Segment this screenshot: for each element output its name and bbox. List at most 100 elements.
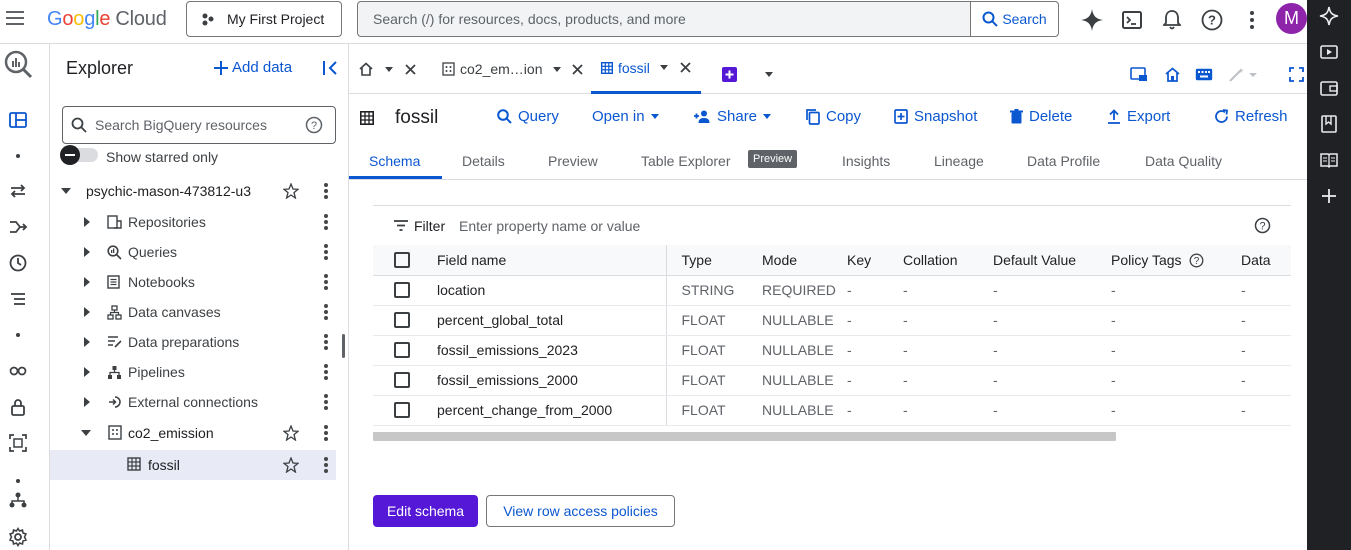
- table-more-icon[interactable]: [324, 457, 328, 473]
- scheduled-queries-clock-icon[interactable]: [8, 253, 28, 273]
- tree-item-pipelines[interactable]: Pipelines: [50, 357, 336, 387]
- wallet-icon[interactable]: [1319, 78, 1339, 98]
- tree-item-more-icon[interactable]: [324, 244, 328, 260]
- row-checkbox[interactable]: [394, 282, 410, 298]
- job-history-list-icon[interactable]: [8, 289, 28, 309]
- share-button[interactable]: Share: [694, 108, 772, 125]
- expand-arrow-icon[interactable]: [84, 307, 90, 317]
- star-icon[interactable]: [283, 183, 299, 199]
- project-more-icon[interactable]: [324, 183, 328, 199]
- home-view-icon[interactable]: [1165, 67, 1180, 82]
- main-menu-icon[interactable]: [6, 11, 24, 27]
- expand-arrow-icon[interactable]: [84, 337, 90, 347]
- panel-resize-handle[interactable]: [342, 334, 345, 358]
- tab-details[interactable]: Details: [462, 153, 505, 169]
- col-header-default-value[interactable]: Default Value: [993, 245, 1111, 276]
- pipelines-nav-icon[interactable]: [8, 217, 28, 237]
- export-button[interactable]: Export: [1107, 108, 1170, 125]
- expand-arrow-icon[interactable]: [84, 277, 90, 287]
- expand-arrow-icon[interactable]: [84, 217, 90, 227]
- col-header-policy-tags[interactable]: Policy Tags ?: [1111, 245, 1241, 276]
- tree-item-data-canvases[interactable]: Data canvases: [50, 297, 336, 327]
- table-row[interactable]: percent_global_total FLOAT NULLABLE - - - - -: [373, 305, 1291, 336]
- bookmark-book-icon[interactable]: [1319, 114, 1339, 134]
- star-icon[interactable]: [283, 425, 299, 441]
- cloud-shell-icon[interactable]: [1120, 8, 1144, 32]
- gemini-sparkle-icon[interactable]: [1080, 8, 1104, 32]
- bigquery-logo-icon[interactable]: [4, 50, 34, 80]
- expand-arrow-icon[interactable]: [84, 367, 90, 377]
- col-header-collation[interactable]: Collation: [903, 245, 993, 276]
- tab-home[interactable]: [359, 44, 439, 94]
- view-row-access-policies-button[interactable]: View row access policies: [486, 495, 675, 527]
- tab-data-profile[interactable]: Data Profile: [1027, 153, 1100, 169]
- table-row[interactable]: fossil_emissions_2023 FLOAT NULLABLE - - - - -: [373, 335, 1291, 366]
- table-row[interactable]: percent_change_from_2000 FLOAT NULLABLE - - -…: [373, 395, 1291, 426]
- tree-item-more-icon[interactable]: [324, 364, 328, 380]
- close-icon[interactable]: [680, 62, 691, 73]
- video-panel-icon[interactable]: [1319, 42, 1339, 62]
- gemini-pin-icon[interactable]: [1319, 6, 1339, 26]
- col-header-field-name[interactable]: Field name: [425, 245, 667, 276]
- expand-arrow-icon[interactable]: [84, 397, 90, 407]
- explorer-search-input[interactable]: [95, 107, 305, 143]
- tab-insights[interactable]: Insights: [842, 153, 890, 169]
- tree-item-more-icon[interactable]: [324, 334, 328, 350]
- tree-dataset-row[interactable]: co2_emission: [50, 418, 336, 448]
- tab-table-explorer[interactable]: Table Explorer: [641, 153, 731, 169]
- tree-item-repositories[interactable]: Repositories: [50, 207, 336, 237]
- analytics-hub-icon[interactable]: [8, 361, 28, 381]
- policy-lock-icon[interactable]: [8, 397, 28, 417]
- copy-button[interactable]: Copy: [806, 108, 861, 125]
- google-cloud-logo[interactable]: Google Cloud: [47, 8, 167, 31]
- settings-gear-icon[interactable]: [8, 527, 28, 547]
- expand-arrow-icon[interactable]: [84, 247, 90, 257]
- panel-layout-icon[interactable]: [1130, 67, 1148, 82]
- add-data-button[interactable]: Add data: [214, 59, 292, 76]
- policy-tags-help-icon[interactable]: ?: [1189, 253, 1204, 268]
- row-checkbox[interactable]: [394, 402, 410, 418]
- table-row[interactable]: location STRING REQUIRED - - - - -: [373, 275, 1291, 306]
- tab-data-quality[interactable]: Data Quality: [1145, 153, 1222, 169]
- transfers-icon[interactable]: [8, 181, 28, 201]
- tab-lineage[interactable]: Lineage: [934, 153, 984, 169]
- search-button[interactable]: Search: [970, 2, 1058, 36]
- row-checkbox[interactable]: [394, 342, 410, 358]
- star-icon[interactable]: [283, 457, 299, 473]
- filter-help-icon[interactable]: ?: [1254, 217, 1271, 234]
- tab-menu-chevron-icon[interactable]: [765, 72, 773, 77]
- tree-item-more-icon[interactable]: [324, 394, 328, 410]
- expanded-arrow-icon[interactable]: [61, 188, 71, 194]
- help-icon[interactable]: ?: [1200, 8, 1224, 32]
- notifications-bell-icon[interactable]: [1160, 8, 1184, 32]
- select-all-checkbox[interactable]: [394, 251, 410, 268]
- data-scan-icon[interactable]: [8, 433, 28, 453]
- query-button[interactable]: Query: [497, 108, 559, 125]
- tree-item-more-icon[interactable]: [324, 214, 328, 230]
- tree-item-queries[interactable]: Queries: [50, 237, 336, 267]
- docs-book-icon[interactable]: [1319, 150, 1339, 170]
- tab-dataset[interactable]: co2_em…ion: [439, 44, 589, 94]
- col-header-data[interactable]: Data: [1241, 245, 1291, 276]
- collapse-panel-icon[interactable]: [322, 59, 340, 77]
- delete-button[interactable]: Delete: [1010, 108, 1072, 125]
- snapshot-button[interactable]: Snapshot: [894, 108, 977, 125]
- more-options-icon[interactable]: [1240, 8, 1264, 32]
- new-query-plus-icon[interactable]: [722, 67, 737, 82]
- tree-table-row[interactable]: fossil: [50, 450, 336, 480]
- show-starred-toggle[interactable]: [60, 145, 98, 165]
- fullscreen-icon[interactable]: [1289, 67, 1304, 82]
- tree-item-more-icon[interactable]: [324, 274, 328, 290]
- edit-schema-button[interactable]: Edit schema: [373, 495, 478, 527]
- add-icon[interactable]: [1319, 186, 1339, 206]
- global-search-input[interactable]: [358, 2, 970, 36]
- filter-input[interactable]: [459, 214, 979, 238]
- tab-preview[interactable]: Preview: [548, 153, 598, 169]
- keyboard-icon[interactable]: [1195, 68, 1213, 81]
- close-icon[interactable]: [405, 63, 416, 75]
- close-icon[interactable]: [571, 63, 583, 75]
- open-in-button[interactable]: Open in: [592, 108, 659, 125]
- chevron-down-icon[interactable]: [385, 66, 393, 72]
- chevron-down-icon[interactable]: [659, 65, 668, 70]
- tree-project-row[interactable]: psychic-mason-473812-u3: [50, 176, 336, 206]
